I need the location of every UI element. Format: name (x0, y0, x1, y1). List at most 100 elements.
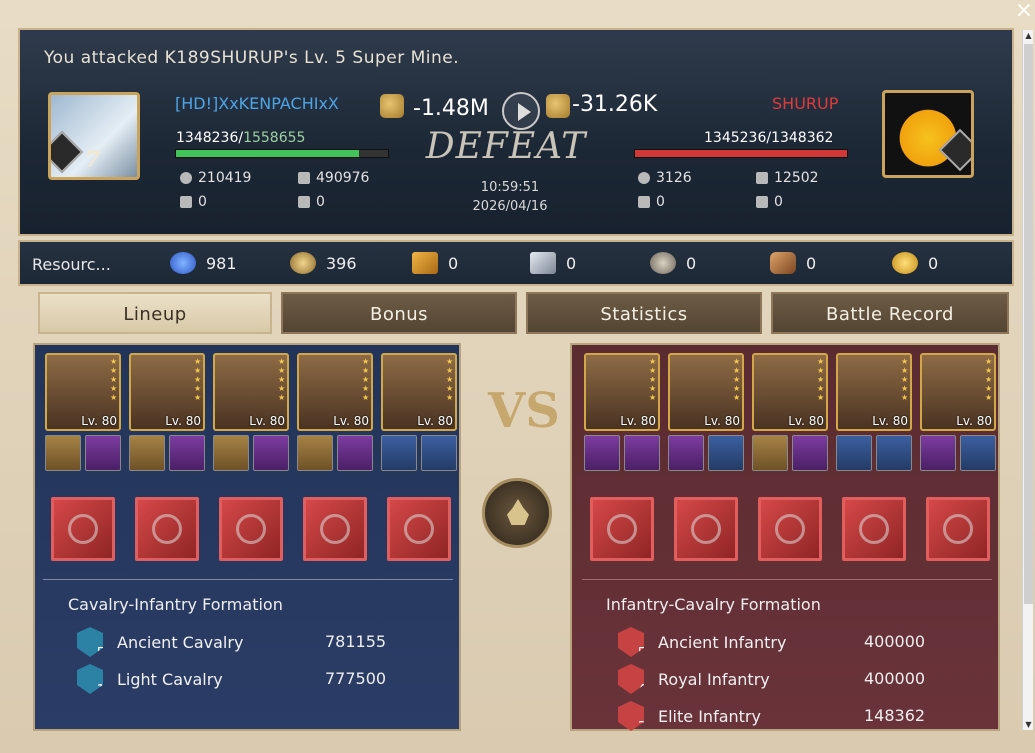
infantry-shield-icon: 3 (618, 701, 644, 731)
attacker-hp-fill (176, 150, 360, 157)
close-icon[interactable]: × (1013, 0, 1035, 23)
troop-name: Light Cavalry (117, 669, 223, 689)
scroll-down-arrow-icon[interactable]: ▼ (1023, 719, 1034, 730)
advisor-card[interactable] (253, 435, 289, 471)
hero-level: Lv. 80 (333, 414, 369, 428)
troop-tier: 5 (637, 646, 646, 661)
tab-bonus[interactable]: Bonus (281, 292, 517, 334)
resource-stone-value: 0 (686, 253, 697, 273)
advisor-card[interactable] (960, 435, 996, 471)
advisor-card[interactable] (876, 435, 912, 471)
attacker-name[interactable]: [HD!]XxKENPACHIxX (175, 94, 339, 113)
tab-battle-record[interactable]: Battle Record (771, 292, 1009, 334)
hero-card[interactable]: ★ ★ ★ ★ ★ Lv. 80 (213, 353, 289, 431)
advisor-card[interactable] (792, 435, 828, 471)
resource-wood-value: 0 (806, 253, 817, 273)
codex-button[interactable] (482, 478, 552, 548)
battle-time: 10:59:51 (480, 180, 540, 195)
hero-card[interactable]: ★ ★ ★ ★ ★ Lv. 80 (668, 353, 744, 431)
resource-exp-value: 981 (206, 253, 237, 273)
attacker-troops: 210419 (180, 170, 251, 186)
advisor-card[interactable] (836, 435, 872, 471)
defender-hp-max: 1348362 (771, 130, 834, 146)
defender-name[interactable]: SHURUP (772, 94, 838, 113)
fist-icon (546, 94, 570, 118)
advisor-card[interactable] (668, 435, 704, 471)
equipment-slot[interactable] (219, 497, 283, 561)
tab-statistics[interactable]: Statistics (526, 292, 762, 334)
formation-name: Infantry-Cavalry Formation (606, 595, 821, 614)
sword-icon (943, 514, 973, 544)
equipment-slot[interactable] (135, 497, 199, 561)
attacker-heal: 490976 (298, 170, 369, 186)
scroll-thumb[interactable] (1024, 44, 1033, 604)
cavalry-icon: 5 (77, 627, 103, 657)
hero-card[interactable]: ★ ★ ★ ★ ★ Lv. 80 (584, 353, 660, 431)
defender-avatar[interactable] (882, 90, 974, 178)
replay-button[interactable] (502, 92, 540, 130)
advisor-card[interactable] (421, 435, 457, 471)
equipment-slot[interactable] (590, 497, 654, 561)
tower-icon (638, 196, 650, 208)
troop-name: Elite Infantry (658, 706, 761, 726)
attacker-hp: 1348236/1558655 (176, 130, 306, 146)
crown-icon (236, 514, 266, 544)
advisor-card[interactable] (708, 435, 744, 471)
advisor-card[interactable] (752, 435, 788, 471)
advisor-card[interactable] (584, 435, 620, 471)
hero-card[interactable]: ★ ★ ★ ★ ★ Lv. 80 (752, 353, 828, 431)
advisor-card[interactable] (920, 435, 956, 471)
defender-hp: 1345236/1348362 (704, 130, 834, 146)
advisor-card[interactable] (45, 435, 81, 471)
equipment-slot[interactable] (303, 497, 367, 561)
defender-heal-value: 12502 (774, 170, 819, 186)
earrings-icon (607, 514, 637, 544)
hero-level: Lv. 80 (788, 414, 824, 428)
advisor-card[interactable] (169, 435, 205, 471)
scroll-up-arrow-icon[interactable]: ▲ (1023, 30, 1034, 41)
advisor-card[interactable] (624, 435, 660, 471)
equipment-slot[interactable] (926, 497, 990, 561)
hero-card[interactable]: ★ ★ ★ ★ ★ Lv. 80 (381, 353, 457, 431)
defender-dead: 0 (756, 194, 783, 210)
battle-outcome: DEFEAT (425, 126, 587, 167)
defender-power-change: -31.26K (572, 92, 658, 117)
hero-card[interactable]: ★ ★ ★ ★ ★ Lv. 80 (836, 353, 912, 431)
tab-lineup[interactable]: Lineup (38, 292, 272, 334)
grain-icon (412, 252, 438, 274)
scepter-icon (859, 514, 889, 544)
fist-icon (380, 94, 404, 118)
advisor-card[interactable] (337, 435, 373, 471)
advisor-card[interactable] (213, 435, 249, 471)
advisor-card[interactable] (381, 435, 417, 471)
scrollbar[interactable]: ▲ ▼ (1022, 30, 1033, 730)
battle-timestamp: 10:59:51 2026/04/16 (440, 178, 580, 216)
attacker-heal-value: 490976 (316, 170, 370, 186)
equipment-slot[interactable] (51, 497, 115, 561)
hero-card[interactable]: ★ ★ ★ ★ ★ Lv. 80 (920, 353, 996, 431)
equipment-slot[interactable] (842, 497, 906, 561)
equipment-slot[interactable] (758, 497, 822, 561)
advisor-card[interactable] (297, 435, 333, 471)
hero-card[interactable]: ★ ★ ★ ★ ★ Lv. 80 (129, 353, 205, 431)
cavalry-icon: 1 (77, 664, 103, 694)
star-icon: ★ ★ ★ ★ ★ (649, 357, 657, 402)
advisor-card[interactable] (129, 435, 165, 471)
attacker-power-change: -1.48M (413, 96, 489, 121)
stone-icon (650, 252, 676, 274)
defender-lineup-panel: ★ ★ ★ ★ ★ Lv. 80 ★ ★ ★ ★ ★ Lv. 80 ★ ★ ★ ★ ★ Lv. 80 ★ ★ ★ ★… (570, 343, 1000, 731)
resource-gold: 0 (892, 252, 938, 274)
hero-level: Lv. 80 (81, 414, 117, 428)
resource-bar: Resourc... 981 396 0 0 0 0 0 (18, 240, 1014, 286)
star-icon: ★ ★ ★ ★ ★ (110, 357, 118, 402)
equipment-slot[interactable] (387, 497, 451, 561)
resource-merit: 396 (290, 252, 357, 274)
advisor-card[interactable] (85, 435, 121, 471)
hero-card[interactable]: ★ ★ ★ ★ ★ Lv. 80 (45, 353, 121, 431)
equipment-slot[interactable] (674, 497, 738, 561)
resource-exp: 981 (170, 252, 237, 274)
attacker-avatar[interactable]: 7 (48, 92, 140, 180)
staff-icon (775, 514, 805, 544)
star-icon: ★ ★ ★ ★ ★ (985, 357, 993, 402)
hero-card[interactable]: ★ ★ ★ ★ ★ Lv. 80 (297, 353, 373, 431)
